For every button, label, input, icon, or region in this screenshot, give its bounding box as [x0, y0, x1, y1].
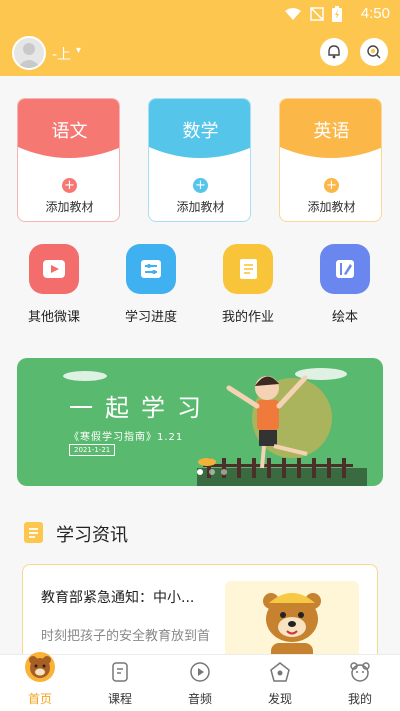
- bear-home-icon: [25, 652, 55, 682]
- subject-cards: 语文 + 添加教材 数学 + 添加教材 英语 + 添加教材: [17, 98, 383, 222]
- profile-icon: [350, 662, 370, 682]
- status-time: 4:50: [360, 5, 390, 22]
- plus-icon: +: [193, 178, 208, 193]
- video-play-icon: [29, 244, 79, 294]
- tab-label: 发现: [267, 692, 292, 706]
- progress-sliders-icon: [126, 244, 176, 294]
- audio-icon: [190, 662, 210, 682]
- news-thumbnail: [225, 581, 359, 663]
- tab-audio[interactable]: 音频: [160, 655, 240, 711]
- news-description: 时刻把孩子的安全教育放到首: [41, 629, 211, 644]
- bear-mascot-icon: [263, 593, 321, 663]
- user-name[interactable]: -上: [52, 44, 71, 64]
- subject-card-chinese[interactable]: 语文 + 添加教材: [17, 98, 120, 222]
- banner-title: 一起学习: [69, 394, 213, 422]
- tab-label: 我的: [347, 692, 372, 706]
- add-textbook-label: 添加教材: [176, 200, 225, 214]
- tab-course[interactable]: 课程: [80, 655, 160, 711]
- banner-pagination: [197, 469, 227, 475]
- battery-charging-icon: [332, 6, 342, 22]
- status-bar: 4:50: [0, 0, 400, 28]
- course-icon: [112, 662, 128, 682]
- subject-card-english[interactable]: 英语 + 添加教材: [279, 98, 382, 222]
- tab-label: 音频: [187, 692, 212, 706]
- top-header-bar: 4:50 -上 ▾: [0, 0, 400, 76]
- plus-icon: +: [62, 178, 77, 193]
- feature-label: 学习进度: [124, 310, 177, 325]
- promo-banner[interactable]: 一起学习 《寒假学习指南》1.21 2021-1-21: [17, 358, 383, 486]
- feature-picture-book[interactable]: 绘本: [305, 244, 385, 334]
- tab-discover[interactable]: 发现: [240, 655, 320, 711]
- pagination-dot[interactable]: [209, 469, 215, 475]
- wifi-icon: [285, 8, 301, 20]
- pagination-dot[interactable]: [197, 469, 203, 475]
- plus-icon: +: [324, 178, 339, 193]
- feature-shortcuts: 其他微课 学习进度 我的作业 绘本: [0, 244, 400, 334]
- search-button[interactable]: [360, 38, 388, 66]
- discover-icon: [270, 662, 290, 682]
- subject-card-math[interactable]: 数学 + 添加教材: [148, 98, 251, 222]
- notebook-icon: [223, 244, 273, 294]
- feature-my-homework[interactable]: 我的作业: [208, 244, 288, 334]
- status-icons: [284, 6, 342, 22]
- feature-label: 我的作业: [221, 310, 274, 325]
- subject-title: 语文: [51, 121, 88, 142]
- feature-label: 其他微课: [27, 310, 80, 325]
- subject-title: 英语: [313, 121, 350, 142]
- no-signal-icon: [310, 7, 324, 21]
- tab-mine[interactable]: 我的: [320, 655, 400, 711]
- add-textbook-label: 添加教材: [45, 200, 94, 214]
- avatar[interactable]: [12, 36, 46, 70]
- bottom-tab-bar: 首页 课程 音频 发现 我的: [0, 652, 400, 711]
- feature-other-micro-lessons[interactable]: 其他微课: [14, 244, 94, 334]
- search-icon: [367, 45, 381, 59]
- chevron-down-icon[interactable]: ▾: [76, 45, 81, 56]
- app-header: -上 ▾: [0, 30, 400, 74]
- news-section-icon: [24, 522, 43, 543]
- tab-label: 课程: [107, 692, 132, 706]
- avatar-person-icon: [17, 43, 41, 68]
- tab-home[interactable]: 首页: [0, 652, 80, 711]
- news-item[interactable]: 教育部紧急通知：中小... 时刻把孩子的安全教育放到首: [22, 564, 378, 664]
- subject-title: 数学: [182, 121, 219, 142]
- news-section-title: 学习资讯: [56, 525, 128, 546]
- banner-subtitle: 《寒假学习指南》1.21: [69, 432, 184, 443]
- feature-label: 绘本: [331, 310, 358, 325]
- tab-label: 首页: [27, 692, 52, 706]
- bell-icon: [328, 45, 340, 59]
- feature-learning-progress[interactable]: 学习进度: [111, 244, 191, 334]
- news-title: 教育部紧急通知：中小...: [41, 590, 195, 606]
- notification-button[interactable]: [320, 38, 348, 66]
- add-textbook-label: 添加教材: [307, 200, 356, 214]
- banner-date: 2021-1-21: [69, 444, 116, 456]
- pagination-dot[interactable]: [221, 469, 227, 475]
- picture-book-icon: [320, 244, 370, 294]
